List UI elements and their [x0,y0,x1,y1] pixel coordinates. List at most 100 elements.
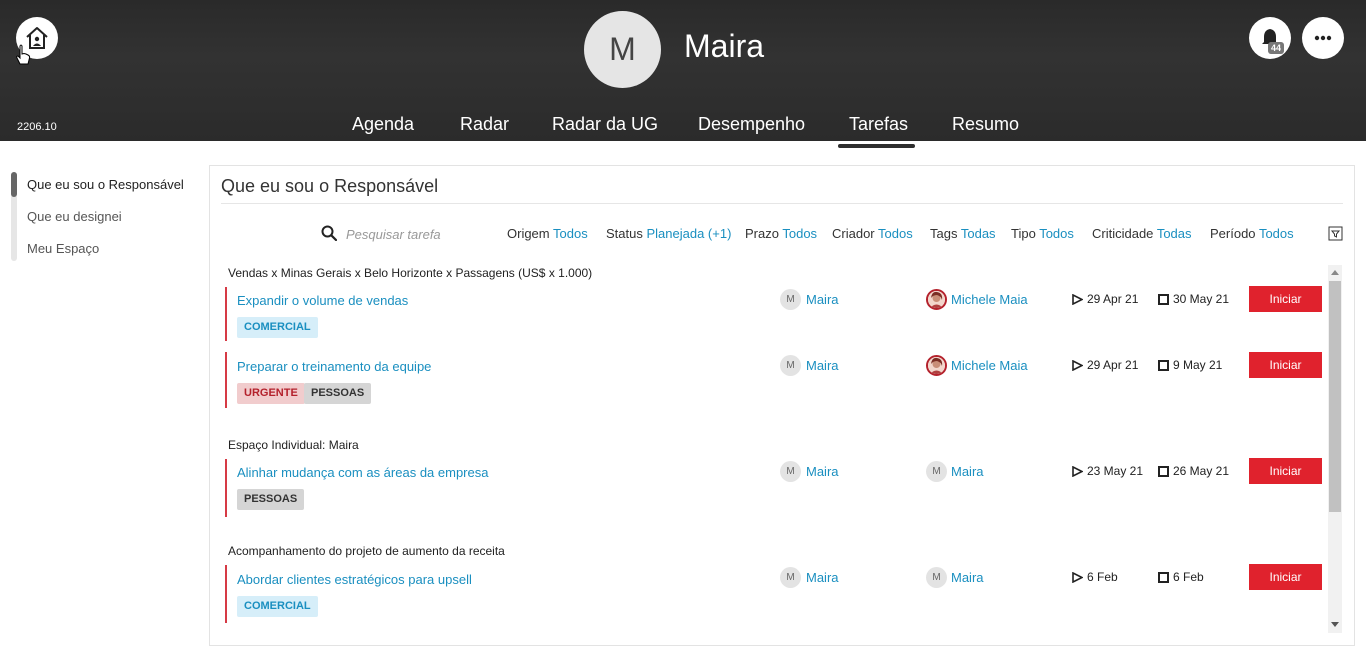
panel-divider [221,203,1343,204]
sidebar-item-responsavel[interactable]: Que eu sou o Responsável [27,177,184,192]
responsible-avatar: M [780,289,801,310]
filter-tipo[interactable]: Tipo Todos [1011,226,1074,241]
end-date: 6 Feb [1173,570,1204,584]
start-date: 29 Apr 21 [1087,358,1139,372]
sidebar-active-indicator [11,172,17,197]
priority-bar [225,459,227,517]
filter-label: Prazo [745,226,779,241]
filter-value: Todos [1258,226,1294,241]
group-title: Espaço Individual: Maira [228,438,359,452]
creator-name[interactable]: Michele Maia [951,292,1028,307]
filter-label: Status [606,226,643,241]
creator-avatar: M [926,461,947,482]
filter-periodo[interactable]: Período Todos [1210,226,1294,241]
filter-label: Tags [930,226,958,241]
filter-value: Todos [1039,226,1074,241]
responsible-name[interactable]: Maira [806,464,839,479]
sidebar-item-designei[interactable]: Que eu designei [27,209,122,224]
more-icon [1314,35,1332,41]
end-date: 26 May 21 [1173,464,1230,478]
tag-urgente: URGENTE [237,383,305,404]
responsible-name[interactable]: Maira [806,570,839,585]
filter-prazo[interactable]: Prazo Todos [745,226,817,241]
active-tab-indicator [838,144,915,148]
nav-radar-ug[interactable]: Radar da UG [552,114,658,135]
scroll-down-icon[interactable] [1331,622,1339,628]
end-date-icon [1158,466,1169,477]
creator-name[interactable]: Maira [951,570,984,585]
creator-photo-avatar [926,355,947,376]
task-title[interactable]: Alinhar mudança com as áreas da empresa [237,465,488,480]
filter-value: Todas [960,226,996,241]
group-title: Acompanhamento do projeto de aumento da … [228,544,505,558]
filter-origem[interactable]: Origem Todos [507,226,588,241]
start-task-button[interactable]: Iniciar [1249,286,1322,312]
start-date-icon [1072,572,1083,583]
tag-pessoas: PESSOAS [304,383,372,404]
end-date: 9 May 21 [1173,358,1223,372]
hand-cursor-icon [16,44,31,65]
nav-agenda[interactable]: Agenda [352,114,414,135]
nav-radar[interactable]: Radar [460,114,509,135]
start-task-button[interactable]: Iniciar [1249,352,1322,378]
scroll-up-icon[interactable] [1331,269,1339,275]
creator-name[interactable]: Maira [951,464,984,479]
filter-label: Origem [507,226,550,241]
start-date-icon [1072,294,1083,305]
task-title[interactable]: Preparar o treinamento da equipe [237,359,431,374]
tag-pessoas: PESSOAS [237,489,305,510]
more-options-button[interactable] [1302,17,1344,59]
person-photo-icon [928,357,945,374]
sidebar-item-meu-espaco[interactable]: Meu Espaço [27,241,99,256]
priority-bar [225,352,227,408]
end-date: 30 May 21 [1173,292,1230,306]
creator-name[interactable]: Michele Maia [951,358,1028,373]
filter-value: Todos [878,226,913,241]
panel-title: Que eu sou o Responsável [221,176,439,196]
filter-label: Período [1210,226,1256,241]
start-date-icon [1072,360,1083,371]
main-nav: Agenda Radar Radar da UG Desempenho Tare… [0,114,1366,141]
user-avatar[interactable]: M [584,11,661,88]
filter-value: Todos [553,226,588,241]
person-photo-icon [928,291,945,308]
scrollbar-thumb[interactable] [1329,281,1341,512]
responsible-name[interactable]: Maira [806,358,839,373]
nav-tarefas[interactable]: Tarefas [849,114,908,135]
nav-desempenho[interactable]: Desempenho [698,114,805,135]
filter-status[interactable]: Status Planejada (+1) [606,226,731,241]
end-date-icon [1158,360,1169,371]
filter-label: Criador [832,226,875,241]
filter-value: Todas [1156,226,1192,241]
responsible-avatar: M [780,461,801,482]
start-date: 23 May 21 [1087,464,1144,478]
tag-comercial: COMERCIAL [237,317,318,338]
start-task-button[interactable]: Iniciar [1249,458,1322,484]
clear-filters-icon[interactable] [1328,226,1343,241]
priority-bar [225,287,227,341]
filter-value: Planejada (+1) [646,226,732,241]
priority-bar [225,565,227,623]
responsible-avatar: M [780,567,801,588]
filter-criticidade[interactable]: Criticidade Todas [1092,226,1192,241]
filter-tags[interactable]: Tags Todas [930,226,996,241]
start-task-button[interactable]: Iniciar [1249,564,1322,590]
filter-criador[interactable]: Criador Todos [832,226,913,241]
notification-count-badge: 44 [1268,42,1285,54]
end-date-icon [1158,294,1169,305]
responsible-name[interactable]: Maira [806,292,839,307]
start-date: 29 Apr 21 [1087,292,1139,306]
filter-label: Criticidade [1092,226,1154,241]
nav-resumo[interactable]: Resumo [952,114,1019,135]
end-date-icon [1158,572,1169,583]
task-title[interactable]: Expandir o volume de vendas [237,293,408,308]
responsible-avatar: M [780,355,801,376]
creator-photo-avatar [926,289,947,310]
group-title: Vendas x Minas Gerais x Belo Horizonte x… [228,266,593,280]
filter-label: Tipo [1011,226,1036,241]
search-icon[interactable] [321,225,337,241]
search-input[interactable] [346,224,486,244]
creator-avatar: M [926,567,947,588]
tag-comercial: COMERCIAL [237,596,318,617]
task-title[interactable]: Abordar clientes estratégicos para upsel… [237,572,472,587]
